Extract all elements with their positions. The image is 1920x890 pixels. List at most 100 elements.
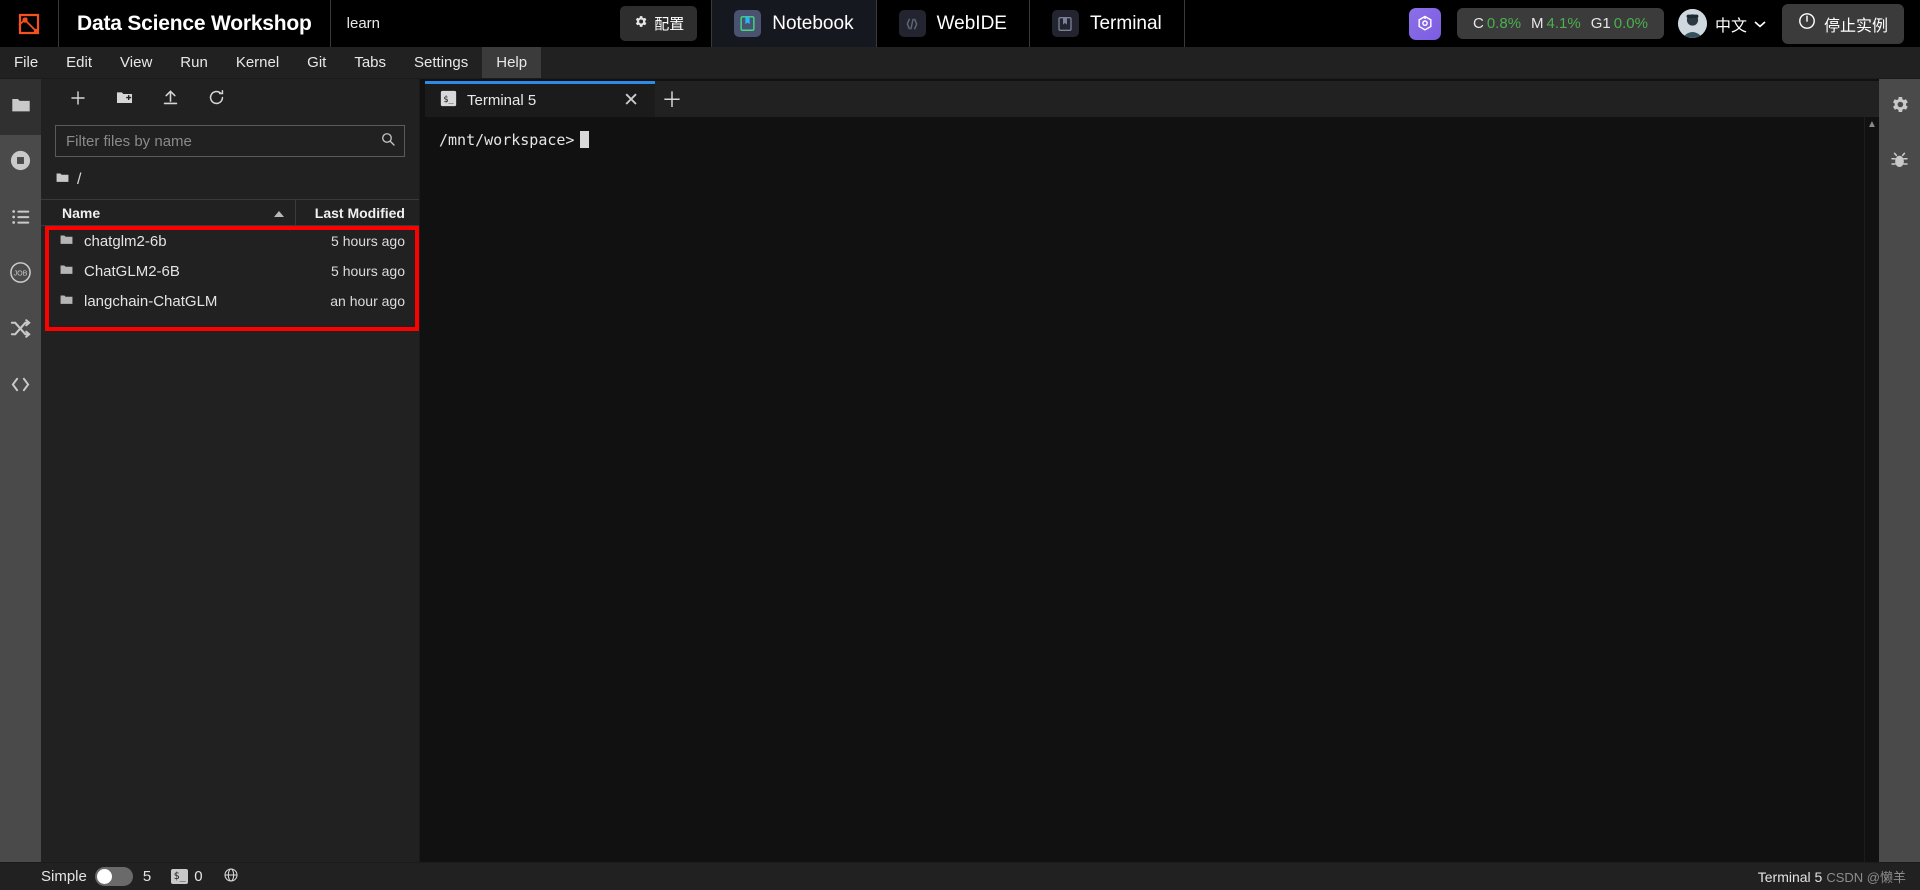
toggle-knob [96, 869, 112, 884]
menu-view[interactable]: View [106, 47, 166, 78]
terminal-scrollbar[interactable]: ▲ ▼ [1864, 117, 1879, 890]
stat-memory-key: M [1531, 15, 1544, 32]
table-row[interactable]: langchain-ChatGLM an hour ago [41, 286, 419, 316]
menu-settings[interactable]: Settings [400, 47, 482, 78]
stat-memory: M 4.1% [1531, 15, 1581, 32]
column-header-name[interactable]: Name [41, 200, 296, 225]
workshop-logo-icon[interactable] [0, 0, 58, 47]
language-label: 中文 [1714, 17, 1747, 35]
language-selector[interactable]: 中文 [1715, 12, 1766, 36]
terminal-count-value: 0 [194, 868, 203, 885]
upload-files-button[interactable] [147, 83, 193, 117]
kernel-count-value: 5 [142, 868, 152, 885]
triangle-up-icon[interactable]: ▲ [1867, 119, 1877, 130]
menu-git[interactable]: Git [293, 47, 340, 78]
search-icon[interactable] [380, 131, 396, 152]
main-content-area: $_ Terminal 5 ✕ ＋ /mnt/workspace> ▲ ▼ [420, 79, 1879, 890]
file-list-header: Name Last Modified [41, 199, 419, 226]
status-bar: Simple 5 $_ 0 Terminal 5 CSDN @懒羊 [0, 862, 1920, 890]
refresh-file-list-button[interactable] [193, 83, 239, 117]
file-name-cell: chatglm2-6b [41, 232, 296, 251]
menu-run[interactable]: Run [166, 47, 222, 78]
file-name-label: chatglm2-6b [84, 232, 167, 250]
stat-cpu-value: 0.8% [1486, 15, 1522, 32]
folder-icon [55, 170, 70, 190]
sidebar-item-extension-manager[interactable] [0, 303, 41, 359]
terminal-panel[interactable]: /mnt/workspace> ▲ ▼ [425, 117, 1879, 890]
svg-text:JOB: JOB [14, 270, 28, 278]
sidebar-item-property-inspector[interactable] [1879, 79, 1920, 135]
new-launcher-button[interactable] [55, 83, 101, 117]
file-name-label: ChatGLM2-6B [84, 262, 180, 280]
page-title: Data Science Workshop [77, 11, 312, 35]
add-tab-button[interactable]: ＋ [655, 81, 689, 117]
terminal-count-item[interactable]: $_ 0 [161, 868, 212, 885]
notebook-icon [734, 10, 762, 37]
search-input[interactable] [66, 132, 380, 150]
breadcrumb[interactable]: / [41, 165, 419, 199]
filter-box[interactable] [55, 125, 405, 157]
file-browser-panel: / Name Last Modified chatglm2-6b [41, 79, 420, 890]
sidebar-item-code-snippets[interactable] [0, 359, 41, 415]
globe-item[interactable] [213, 867, 249, 887]
code-tags-icon [9, 373, 32, 401]
upload-icon [161, 88, 180, 112]
config-button[interactable]: 配置 [620, 6, 698, 41]
right-sidebar-rail [1879, 79, 1920, 890]
menu-kernel[interactable]: Kernel [222, 47, 293, 78]
divider [1183, 0, 1185, 47]
stop-instance-button[interactable]: 停止实例 [1781, 3, 1904, 44]
resource-stats[interactable]: C 0.8% M 4.1% G1 0.0% [1457, 8, 1664, 39]
terminal-prompt: /mnt/workspace> [439, 131, 575, 149]
shuffle-icon [9, 317, 32, 345]
stat-gpu-value: 0.0% [1613, 15, 1648, 32]
tab-terminal-5[interactable]: $_ Terminal 5 ✕ [425, 81, 655, 117]
table-row[interactable]: chatglm2-6b 5 hours ago [41, 226, 419, 256]
gear-icon [1889, 94, 1910, 120]
simple-mode-toggle[interactable] [94, 867, 133, 886]
menu-edit[interactable]: Edit [52, 47, 106, 78]
avatar[interactable] [1677, 9, 1707, 38]
bug-icon [1889, 150, 1910, 176]
table-row[interactable]: ChatGLM2-6B 5 hours ago [41, 256, 419, 286]
stat-cpu-key: C [1473, 15, 1484, 32]
menu-file[interactable]: File [0, 47, 52, 78]
app-terminal-label: Terminal [1089, 12, 1162, 34]
close-icon[interactable]: ✕ [621, 91, 641, 110]
tab-label: Terminal 5 [467, 92, 537, 109]
plus-icon [69, 89, 87, 112]
stat-cpu: C 0.8% [1473, 15, 1521, 32]
ai-assistant-icon[interactable] [1409, 7, 1441, 40]
terminal-output[interactable]: /mnt/workspace> [425, 117, 1864, 890]
new-folder-button[interactable] [101, 83, 147, 117]
watermark: CSDN @懒羊 [1826, 870, 1906, 885]
file-name-label: langchain-ChatGLM [84, 292, 218, 310]
app-notebook-label: Notebook [772, 12, 854, 34]
folder-icon [59, 262, 74, 281]
column-header-name-label: Name [62, 204, 101, 221]
app-webide[interactable]: WebIDE [877, 0, 1029, 47]
sidebar-item-running-terminals[interactable] [0, 135, 41, 191]
sidebar-item-table-of-contents[interactable] [0, 191, 41, 247]
terminal-icon: $_ [440, 90, 457, 112]
sidebar-item-file-browser[interactable] [0, 79, 41, 135]
sidebar-item-debugger[interactable] [1879, 135, 1920, 191]
app-terminal[interactable]: Terminal [1030, 0, 1184, 47]
kernel-count-item[interactable]: 5 [133, 868, 161, 885]
active-terminal-label: Terminal 5 [1757, 868, 1823, 885]
breadcrumb-root[interactable]: / [77, 171, 81, 189]
filter-container [41, 121, 419, 165]
sidebar-item-jobs[interactable]: JOB [0, 247, 41, 303]
menu-help[interactable]: Help [482, 47, 542, 78]
menu-tabs[interactable]: Tabs [340, 47, 400, 78]
file-modified-cell: an hour ago [330, 293, 405, 309]
column-header-last-modified[interactable]: Last Modified [296, 205, 419, 221]
stop-circle-icon [9, 149, 32, 177]
code-brackets-icon [898, 10, 926, 37]
folder-icon [59, 292, 74, 311]
app-notebook[interactable]: Notebook [712, 0, 876, 47]
sort-ascending-icon [273, 205, 285, 221]
simple-mode-label: Simple [41, 868, 87, 885]
status-bar-right: Terminal 5 CSDN @懒羊 [1758, 867, 1920, 886]
stat-gpu-key: G1 [1590, 15, 1611, 32]
